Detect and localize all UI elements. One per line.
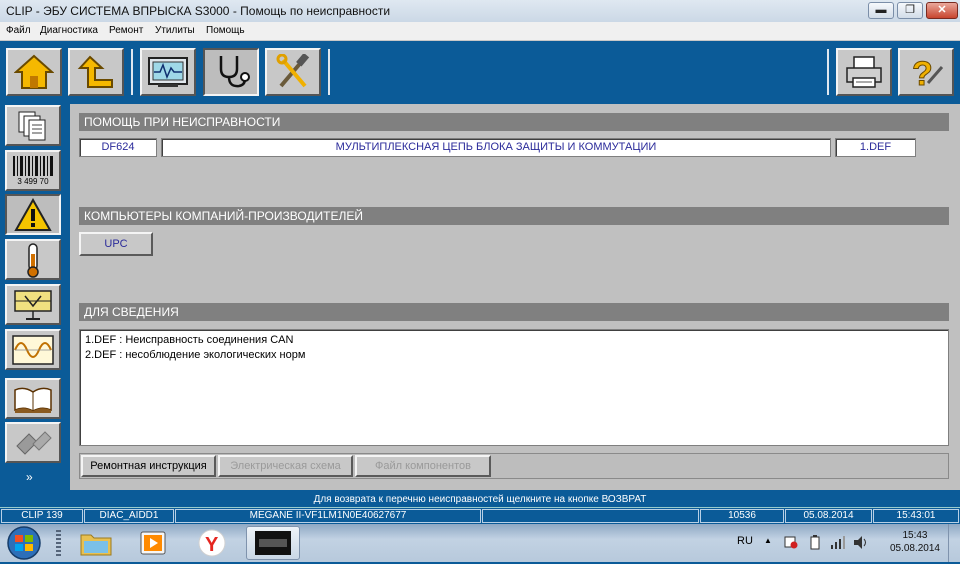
status-date: 05.08.2014 <box>785 509 872 523</box>
menu-bar: Файл Диагностика Ремонт Утилиты Помощь <box>0 22 960 41</box>
connector-icon <box>16 430 52 455</box>
status-vehicle: MEGANE II-VF1LM1N0E40627677 <box>175 509 481 523</box>
language-indicator[interactable]: RU <box>737 535 753 547</box>
barcode-button[interactable]: 3 499 70 <box>5 150 61 191</box>
back-button[interactable] <box>68 48 124 96</box>
clock-time: 15:43 <box>902 530 928 541</box>
menu-diagnostics[interactable]: Диагностика <box>40 25 98 36</box>
documents-button[interactable] <box>5 105 61 146</box>
status-empty <box>482 509 699 523</box>
print-button[interactable] <box>836 48 892 96</box>
measure-button[interactable] <box>140 48 196 96</box>
faults-button[interactable] <box>5 194 61 235</box>
windows-start-icon <box>7 526 41 560</box>
media-player-icon <box>140 531 166 555</box>
printer-icon <box>846 56 882 88</box>
toolbar-separator <box>827 49 829 95</box>
minimize-button[interactable]: ▬ <box>868 2 894 19</box>
volume-icon[interactable] <box>853 535 869 550</box>
taskbar-clip-app[interactable] <box>246 526 300 560</box>
measurements-button[interactable] <box>5 329 61 370</box>
taskbar: Y RU ▲ 15:43 05.08.2014 <box>0 524 960 562</box>
show-desktop-button[interactable] <box>948 524 960 562</box>
tab-wiring-diagram: Электрическая схема <box>218 455 353 477</box>
fault-description-field: МУЛЬТИПЛЕКСНАЯ ЦЕПЬ БЛОКА ЗАЩИТЫ И КОММУ… <box>161 138 831 157</box>
title-bar: CLIP - ЭБУ СИСТЕМА ВПРЫСКА S3000 - Помощ… <box>0 0 960 22</box>
barcode-icon: 3 499 70 <box>11 155 55 186</box>
connector-button[interactable] <box>5 422 61 463</box>
help-button[interactable]: ? <box>898 48 954 96</box>
sidebar-scroll-icon[interactable]: » <box>26 470 33 484</box>
toolbar: ? <box>0 41 960 104</box>
actuator-icon <box>14 289 52 320</box>
home-icon <box>14 54 54 89</box>
status-code: 10536 <box>700 509 784 523</box>
documentation-button[interactable] <box>5 378 61 419</box>
clock-date: 05.08.2014 <box>889 543 940 554</box>
back-arrow-icon <box>77 55 113 88</box>
manual-book-icon <box>14 387 52 413</box>
repair-button[interactable] <box>265 48 321 96</box>
start-button[interactable] <box>4 525 44 561</box>
info-text-box: 1.DEF : Неисправность соединения CAN 2.D… <box>79 329 949 446</box>
info-line: 2.DEF : несоблюдение экологических норм <box>85 349 306 361</box>
thermometer-icon <box>27 242 39 278</box>
clip-app-icon <box>255 531 291 555</box>
info-line: 1.DEF : Неисправность соединения CAN <box>85 334 294 346</box>
menu-repair[interactable]: Ремонт <box>109 25 143 36</box>
svg-text:?: ? <box>912 55 933 91</box>
help-icon: ? <box>912 55 944 91</box>
taskbar-media-player[interactable] <box>128 526 180 560</box>
computers-header: КОМПЬЮТЕРЫ КОМПАНИЙ-ПРОИЗВОДИТЕЛЕЙ <box>79 207 949 225</box>
tab-repair-instruction[interactable]: Ремонтная инструкция <box>81 455 216 477</box>
toolbar-separator <box>131 49 133 95</box>
status-clip: CLIP 139 <box>1 509 83 523</box>
home-button[interactable] <box>6 48 62 96</box>
documents-icon <box>18 111 46 140</box>
status-ecu: DIAC_AIDD1 <box>84 509 174 523</box>
svg-text:Y: Y <box>205 534 219 556</box>
network-signal-icon[interactable] <box>830 535 846 550</box>
menu-help[interactable]: Помощь <box>206 25 245 36</box>
waveform-icon <box>12 334 54 365</box>
hint-bar: Для возврата к перечню неисправностей ще… <box>0 492 960 507</box>
maximize-button[interactable]: ❐ <box>897 2 923 19</box>
fault-help-header: ПОМОЩЬ ПРИ НЕИСПРАВНОСТИ <box>79 113 949 131</box>
diagnostic-button[interactable] <box>203 48 259 96</box>
fault-def-field: 1.DEF <box>835 138 916 157</box>
explorer-icon <box>80 534 112 556</box>
barcode-number: 3 499 70 <box>17 177 49 186</box>
toolbar-separator <box>328 49 330 95</box>
yandex-browser-icon: Y <box>198 529 226 557</box>
status-time: 15:43:01 <box>873 509 959 523</box>
taskbar-grip <box>56 530 61 556</box>
menu-file[interactable]: Файл <box>6 25 31 36</box>
tab-component-file: Файл компонентов <box>355 455 491 477</box>
action-center-icon[interactable] <box>784 535 798 549</box>
fault-code-field: DF624 <box>79 138 157 157</box>
stethoscope-icon <box>219 56 250 88</box>
oscilloscope-icon <box>148 57 188 87</box>
side-panel: 3 499 70 » <box>0 104 67 490</box>
taskbar-yandex-browser[interactable]: Y <box>186 526 238 560</box>
warning-icon <box>14 197 52 231</box>
taskbar-clock[interactable]: 15:43 05.08.2014 <box>890 529 940 555</box>
taskbar-explorer[interactable] <box>70 526 122 560</box>
tools-icon <box>276 54 310 88</box>
window-title: CLIP - ЭБУ СИСТЕМА ВПРЫСКА S3000 - Помощ… <box>6 4 391 18</box>
status-bar: CLIP 139 DIAC_AIDD1 MEGANE II-VF1LM1N0E4… <box>0 507 960 524</box>
info-header: ДЛЯ СВЕДЕНИЯ <box>79 303 949 321</box>
upc-button[interactable]: UPC <box>79 232 153 256</box>
document-tabs: Ремонтная инструкция Электрическая схема… <box>79 453 949 479</box>
menu-utilities[interactable]: Утилиты <box>155 25 195 36</box>
tray-expand-icon[interactable]: ▲ <box>764 536 772 545</box>
battery-icon[interactable] <box>809 535 821 550</box>
actuators-button[interactable] <box>5 284 61 325</box>
parameters-button[interactable] <box>5 239 61 280</box>
close-button[interactable]: ✕ <box>926 2 958 19</box>
